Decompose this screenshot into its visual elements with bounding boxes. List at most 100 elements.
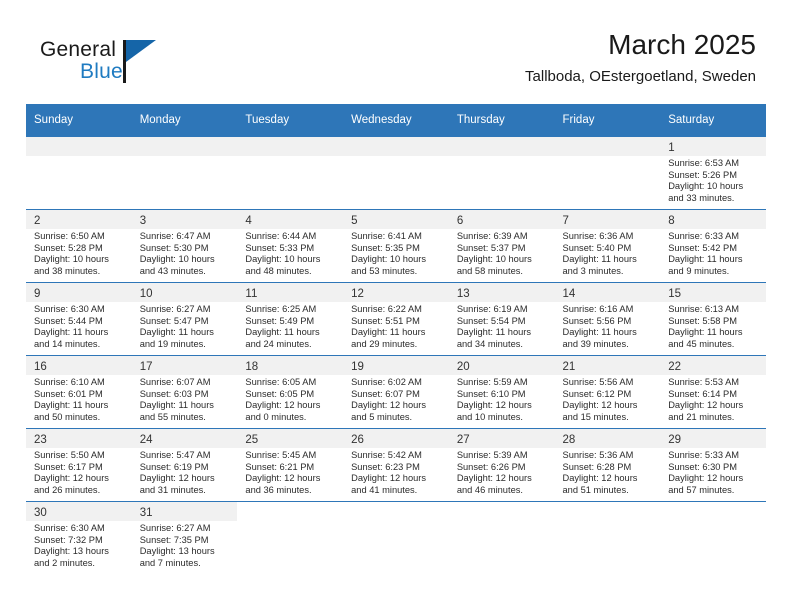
calendar-day-cell[interactable]: 1 Sunrise: 6:53 AM Sunset: 5:26 PM Daylight… bbox=[660, 136, 766, 210]
calendar-day-cell[interactable]: 15 Sunrise: 6:13 AM Sunset: 5:58 PM Dayligh… bbox=[660, 282, 766, 356]
sunrise-text: Sunrise: 6:10 AM bbox=[34, 377, 105, 387]
calendar-day-cell[interactable]: 18 Sunrise: 6:05 AM Sunset: 6:05 PM Dayligh… bbox=[237, 355, 344, 429]
day-number: 27 bbox=[456, 434, 470, 446]
day-astronomy-info: Sunrise: 5:53 AM Sunset: 6:14 PM Daylight:… bbox=[660, 375, 766, 423]
calendar-day-cell[interactable]: 13 Sunrise: 6:19 AM Sunset: 5:54 PM Dayligh… bbox=[448, 282, 555, 356]
day-cell-inner: 17 Sunrise: 6:07 AM Sunset: 6:03 PM Dayligh… bbox=[131, 356, 238, 428]
calendar-day-cell[interactable]: 12 Sunrise: 6:22 AM Sunset: 5:51 PM Dayligh… bbox=[343, 282, 449, 356]
calendar-day-cell[interactable]: 7 Sunrise: 6:36 AM Sunset: 5:40 PM Daylight… bbox=[554, 209, 661, 283]
day-number-band: 3 bbox=[131, 210, 238, 229]
daylight-text-line1: Daylight: 11 hours bbox=[139, 327, 214, 338]
day-number-band: 22 bbox=[660, 356, 766, 375]
calendar-day-cell[interactable]: 31 Sunrise: 6:27 AM Sunset: 7:35 PM Dayligh… bbox=[131, 501, 238, 574]
day-number-band bbox=[554, 502, 661, 521]
day-number-band: 27 bbox=[448, 429, 555, 448]
day-astronomy-info: Sunrise: 5:42 AM Sunset: 6:23 PM Daylight:… bbox=[343, 448, 449, 496]
sunset-text: Sunset: 5:56 PM bbox=[562, 315, 632, 326]
sunset-text: Sunset: 5:44 PM bbox=[34, 315, 103, 326]
day-astronomy-info: Sunrise: 6:30 AM Sunset: 5:44 PM Daylight:… bbox=[26, 302, 132, 350]
calendar-day-cell[interactable]: 28 Sunrise: 5:36 AM Sunset: 6:28 PM Dayligh… bbox=[554, 428, 661, 502]
calendar-day-cell[interactable]: 23 Sunrise: 5:50 AM Sunset: 6:17 PM Dayligh… bbox=[26, 428, 132, 502]
daylight-text-line2: and 10 minutes. bbox=[456, 411, 523, 422]
sunset-text: Sunset: 6:14 PM bbox=[668, 388, 737, 399]
day-number: 24 bbox=[139, 434, 153, 446]
day-cell-inner: 5 Sunrise: 6:41 AM Sunset: 5:35 PM Daylight… bbox=[343, 210, 449, 282]
calendar-day-cell[interactable]: 11 Sunrise: 6:25 AM Sunset: 5:49 PM Dayligh… bbox=[237, 282, 344, 356]
calendar-day-cell[interactable]: 10 Sunrise: 6:27 AM Sunset: 5:47 PM Dayligh… bbox=[131, 282, 238, 356]
day-number-band: 11 bbox=[237, 283, 344, 302]
calendar-day-cell[interactable]: 26 Sunrise: 5:42 AM Sunset: 6:23 PM Dayligh… bbox=[343, 428, 449, 502]
calendar-day-cell[interactable]: 29 Sunrise: 5:33 AM Sunset: 6:30 PM Dayligh… bbox=[660, 428, 766, 502]
day-number-band bbox=[237, 137, 344, 156]
calendar-day-cell[interactable]: 19 Sunrise: 6:02 AM Sunset: 6:07 PM Dayligh… bbox=[343, 355, 449, 429]
day-cell-inner bbox=[343, 137, 449, 209]
calendar-day-cell[interactable]: 3 Sunrise: 6:47 AM Sunset: 5:30 PM Daylight… bbox=[131, 209, 238, 283]
day-number-band: 28 bbox=[554, 429, 661, 448]
sunrise-text: Sunrise: 6:07 AM bbox=[139, 377, 211, 387]
calendar-day-cell[interactable]: 5 Sunrise: 6:41 AM Sunset: 5:35 PM Daylight… bbox=[343, 209, 449, 283]
sunset-text: Sunset: 6:23 PM bbox=[351, 461, 420, 472]
calendar-empty-cell bbox=[26, 136, 132, 210]
day-number-band: 30 bbox=[26, 502, 132, 521]
day-astronomy-info: Sunrise: 6:30 AM Sunset: 7:32 PM Daylight:… bbox=[26, 521, 132, 569]
sunrise-text: Sunrise: 6:27 AM bbox=[139, 523, 211, 533]
day-astronomy-info: Sunrise: 5:39 AM Sunset: 6:26 PM Daylight:… bbox=[449, 448, 555, 496]
daylight-text-line1: Daylight: 12 hours bbox=[668, 400, 744, 411]
calendar-day-cell[interactable]: 2 Sunrise: 6:50 AM Sunset: 5:28 PM Daylight… bbox=[26, 209, 132, 283]
day-number-band: 19 bbox=[343, 356, 449, 375]
daylight-text-line1: Daylight: 12 hours bbox=[668, 473, 744, 484]
calendar-day-cell[interactable]: 14 Sunrise: 6:16 AM Sunset: 5:56 PM Dayligh… bbox=[554, 282, 661, 356]
calendar-day-cell[interactable]: 9 Sunrise: 6:30 AM Sunset: 5:44 PM Daylight… bbox=[26, 282, 132, 356]
sunset-text: Sunset: 6:07 PM bbox=[351, 388, 420, 399]
day-number: 30 bbox=[34, 507, 47, 519]
day-number-band: 29 bbox=[660, 429, 766, 448]
daylight-text-line2: and 24 minutes. bbox=[245, 338, 312, 349]
day-number-band bbox=[554, 137, 661, 156]
sunrise-text: Sunrise: 6:36 AM bbox=[562, 231, 634, 241]
calendar-day-cell[interactable]: 25 Sunrise: 5:45 AM Sunset: 6:21 PM Dayligh… bbox=[237, 428, 344, 502]
general-blue-logo[interactable]: General Blue bbox=[40, 38, 220, 94]
daylight-text-line1: Daylight: 10 hours bbox=[351, 254, 427, 265]
calendar-day-cell[interactable]: 21 Sunrise: 5:56 AM Sunset: 6:12 PM Dayligh… bbox=[554, 355, 661, 429]
calendar-week-row: 30 Sunrise: 6:30 AM Sunset: 7:32 PM Dayligh… bbox=[26, 501, 766, 574]
calendar-day-cell[interactable]: 30 Sunrise: 6:30 AM Sunset: 7:32 PM Dayligh… bbox=[26, 501, 132, 574]
sunrise-text: Sunrise: 5:59 AM bbox=[456, 377, 528, 387]
day-cell-inner: 2 Sunrise: 6:50 AM Sunset: 5:28 PM Daylight… bbox=[26, 210, 132, 282]
day-cell-inner: 18 Sunrise: 6:05 AM Sunset: 6:05 PM Dayligh… bbox=[237, 356, 344, 428]
calendar-page: General Blue March 2025 Tallboda, OEster… bbox=[0, 0, 792, 612]
sunrise-text: Sunrise: 6:02 AM bbox=[351, 377, 422, 387]
day-cell-inner: 20 Sunrise: 5:59 AM Sunset: 6:10 PM Dayligh… bbox=[448, 356, 555, 428]
day-number: 9 bbox=[34, 288, 41, 300]
calendar-day-cell[interactable]: 6 Sunrise: 6:39 AM Sunset: 5:37 PM Daylight… bbox=[448, 209, 555, 283]
sunset-text: Sunset: 5:35 PM bbox=[351, 242, 420, 253]
sunrise-text: Sunrise: 5:53 AM bbox=[668, 377, 740, 387]
day-cell-inner bbox=[554, 502, 661, 574]
day-cell-inner: 29 Sunrise: 5:33 AM Sunset: 6:30 PM Dayligh… bbox=[660, 429, 766, 501]
calendar-day-cell[interactable]: 22 Sunrise: 5:53 AM Sunset: 6:14 PM Dayligh… bbox=[660, 355, 766, 429]
day-number: 22 bbox=[668, 361, 682, 373]
day-number-band: 8 bbox=[660, 210, 766, 229]
sunset-text: Sunset: 5:33 PM bbox=[245, 242, 315, 253]
calendar-day-cell[interactable]: 4 Sunrise: 6:44 AM Sunset: 5:33 PM Daylight… bbox=[237, 209, 344, 283]
day-astronomy-info: Sunrise: 6:33 AM Sunset: 5:42 PM Daylight:… bbox=[660, 229, 766, 277]
sunset-text: Sunset: 7:35 PM bbox=[139, 534, 209, 545]
sunset-text: Sunset: 6:05 PM bbox=[245, 388, 315, 399]
daylight-text-line2: and 0 minutes. bbox=[245, 411, 307, 422]
calendar-day-cell[interactable]: 16 Sunrise: 6:10 AM Sunset: 6:01 PM Dayligh… bbox=[26, 355, 132, 429]
sunrise-text: Sunrise: 6:50 AM bbox=[34, 231, 105, 241]
day-cell-inner: 24 Sunrise: 5:47 AM Sunset: 6:19 PM Dayligh… bbox=[131, 429, 238, 501]
logo-text-general: General bbox=[40, 38, 117, 61]
day-number-band: 2 bbox=[26, 210, 132, 229]
sunset-text: Sunset: 6:21 PM bbox=[245, 461, 315, 472]
day-number-band: 16 bbox=[26, 356, 132, 375]
daylight-text-line1: Daylight: 13 hours bbox=[139, 546, 215, 557]
daylight-text-line1: Daylight: 12 hours bbox=[562, 473, 638, 484]
calendar-day-cell[interactable]: 27 Sunrise: 5:39 AM Sunset: 6:26 PM Dayligh… bbox=[448, 428, 555, 502]
daylight-text-line2: and 29 minutes. bbox=[351, 338, 418, 349]
calendar-day-cell[interactable]: 20 Sunrise: 5:59 AM Sunset: 6:10 PM Dayligh… bbox=[448, 355, 555, 429]
day-number-band: 14 bbox=[554, 283, 661, 302]
calendar-day-cell[interactable]: 8 Sunrise: 6:33 AM Sunset: 5:42 PM Daylight… bbox=[660, 209, 766, 283]
calendar-day-cell[interactable]: 24 Sunrise: 5:47 AM Sunset: 6:19 PM Dayligh… bbox=[131, 428, 238, 502]
calendar-day-cell[interactable]: 17 Sunrise: 6:07 AM Sunset: 6:03 PM Dayligh… bbox=[131, 355, 238, 429]
sunset-text: Sunset: 6:19 PM bbox=[139, 461, 209, 472]
